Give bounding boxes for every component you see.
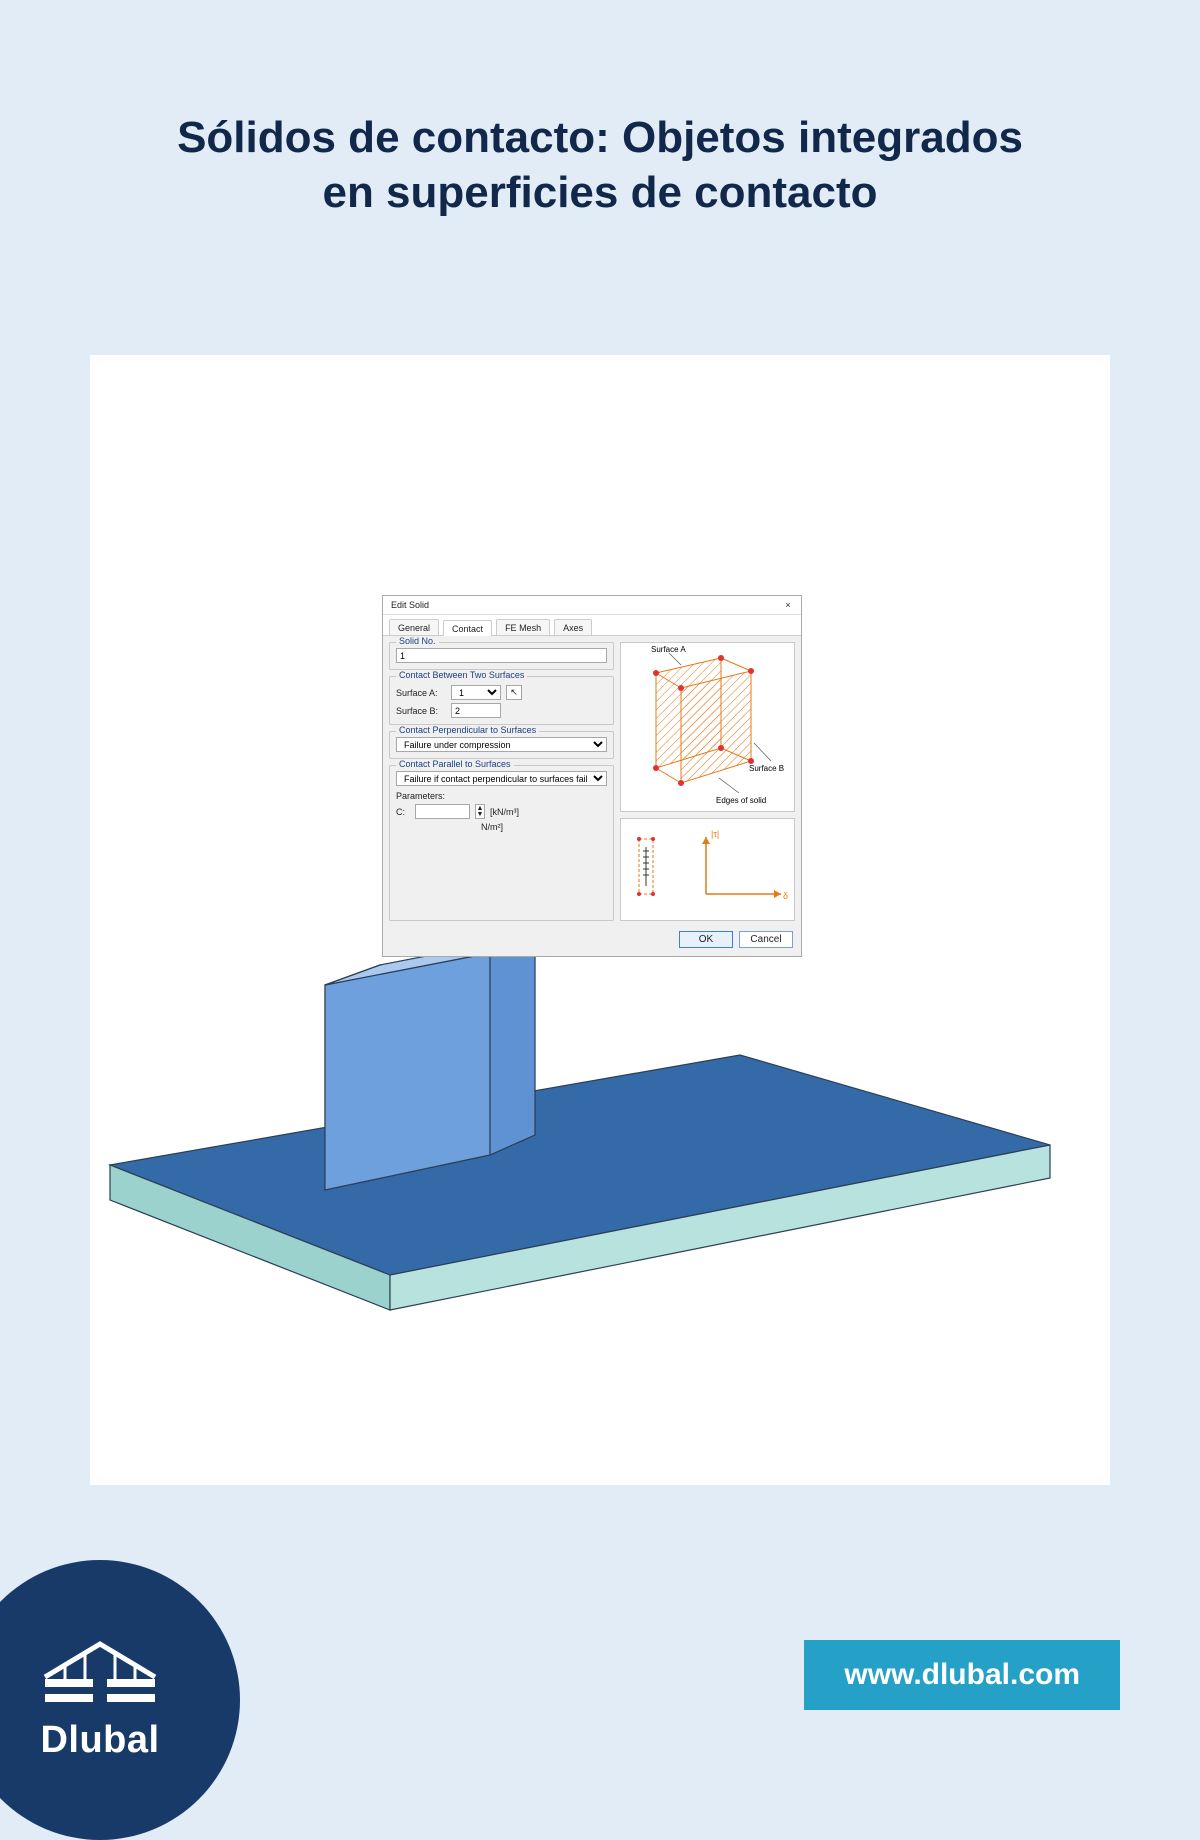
dialog-left-column: Solid No. Contact Between Two Surfaces S… (389, 642, 614, 921)
label-surface-b: Surface B: (396, 706, 446, 716)
pick-surface-icon[interactable]: ↖ (506, 685, 522, 700)
label-c: C: (396, 807, 410, 817)
box-right (490, 935, 535, 1155)
graph-delta: δ (783, 891, 788, 901)
group-solid-no: Solid No. (389, 642, 614, 670)
group-contact-between: Contact Between Two Surfaces Surface A: … (389, 676, 614, 725)
title-line2: en superficies de contacto (322, 168, 877, 217)
surface-b-input[interactable] (451, 703, 501, 718)
dialog-buttons: OK Cancel (383, 925, 801, 956)
illus-label-edges: Edges of solid (716, 796, 766, 805)
close-icon[interactable]: × (781, 600, 795, 610)
illus-label-a: Surface A (651, 645, 686, 654)
brand-badge: Dlubal (0, 1560, 240, 1840)
params-label: Parameters: (396, 791, 445, 801)
dialog-title: Edit Solid (391, 600, 429, 610)
tab-general[interactable]: General (389, 619, 439, 635)
dialog-titlebar[interactable]: Edit Solid × (383, 596, 801, 615)
cancel-button[interactable]: Cancel (739, 931, 793, 948)
illus-label-b: Surface B (749, 764, 784, 773)
url-pill: www.dlubal.com (804, 1640, 1120, 1710)
page-title: Sólidos de contacto: Objetos integrados … (0, 110, 1200, 220)
brand-text: Dlubal (40, 1719, 159, 1762)
label-surface-a: Surface A: (396, 688, 446, 698)
illus-graph: |τ| δ (620, 818, 795, 921)
group-parallel: Contact Parallel to Surfaces Failure if … (389, 765, 614, 921)
group-perpendicular: Contact Perpendicular to Surfaces Failur… (389, 731, 614, 759)
legend-para: Contact Parallel to Surfaces (396, 759, 514, 769)
ok-button[interactable]: OK (679, 931, 733, 948)
legend-perp: Contact Perpendicular to Surfaces (396, 725, 539, 735)
title-line1: Sólidos de contacto: Objetos integrados (177, 113, 1023, 162)
edit-solid-dialog: Edit Solid × General Contact FE Mesh Axe… (382, 595, 802, 957)
legend-solid-no: Solid No. (396, 636, 439, 646)
para-select[interactable]: Failure if contact perpendicular to surf… (396, 771, 607, 786)
unit2: N/m²] (481, 822, 503, 832)
brand-logo-icon (40, 1639, 160, 1709)
illus-surfaces: Surface A Surface B Edges of solid (620, 642, 795, 812)
solid-no-input[interactable] (396, 648, 607, 663)
tab-axes[interactable]: Axes (554, 619, 592, 635)
legend-between: Contact Between Two Surfaces (396, 670, 527, 680)
spinner-icon[interactable]: ▲▼ (475, 804, 485, 819)
param-c-input[interactable] (415, 804, 470, 819)
surface-a-select[interactable]: 1 (451, 685, 501, 700)
dialog-tabs: General Contact FE Mesh Axes (383, 615, 801, 636)
graph-tau: |τ| (711, 829, 719, 839)
box-front (325, 953, 490, 1190)
dialog-body: Solid No. Contact Between Two Surfaces S… (383, 636, 801, 925)
perp-select[interactable]: Failure under compression (396, 737, 607, 752)
unit1: [kN/m³] (490, 807, 519, 817)
tab-contact[interactable]: Contact (443, 620, 492, 636)
tab-femesh[interactable]: FE Mesh (496, 619, 550, 635)
dialog-right-column: Surface A Surface B Edges of solid (620, 642, 795, 921)
